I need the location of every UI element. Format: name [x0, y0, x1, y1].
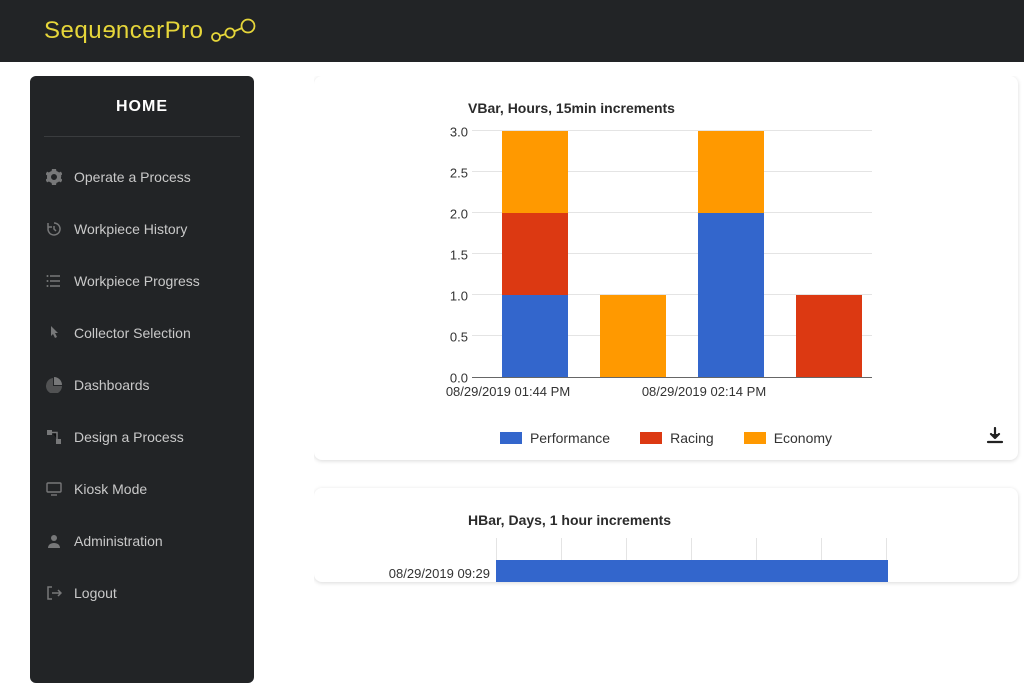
- sidebar-item-workpiece-history[interactable]: Workpiece History: [44, 203, 240, 255]
- sidebar-item-dashboards[interactable]: Dashboards: [44, 359, 240, 411]
- y-tick: 1.5: [434, 248, 468, 263]
- history-icon: [46, 221, 62, 237]
- sidebar-item-label: Design a Process: [74, 429, 184, 445]
- topbar: SequencerPro: [0, 0, 1024, 62]
- download-button[interactable]: [986, 427, 1004, 450]
- plot-area: [472, 130, 872, 378]
- legend-swatch: [640, 432, 662, 444]
- sidebar-item-label: Workpiece Progress: [74, 273, 200, 289]
- sidebar-item-kiosk-mode[interactable]: Kiosk Mode: [44, 463, 240, 515]
- y-tick: 3.0: [434, 125, 468, 140]
- x-tick: 08/29/2019 01:44 PM: [428, 384, 588, 399]
- legend-swatch: [744, 432, 766, 444]
- bar-group: [796, 295, 862, 377]
- bar-segment-racing: [502, 213, 568, 295]
- legend-item-performance: Performance: [500, 430, 610, 446]
- logo-part: e: [102, 17, 116, 45]
- gear-icon: [46, 169, 62, 185]
- bar-segment-economy: [600, 295, 666, 377]
- chart-legend: Performance Racing Economy: [332, 430, 1000, 446]
- sidebar-title: HOME: [44, 98, 240, 137]
- sidebar-item-label: Operate a Process: [74, 169, 191, 185]
- sidebar-item-workpiece-progress[interactable]: Workpiece Progress: [44, 255, 240, 307]
- legend-label: Economy: [774, 430, 832, 446]
- body: HOME Operate a Process Workpiece History…: [0, 62, 1024, 683]
- bar-segment-racing: [796, 295, 862, 377]
- y-category: 08/29/2019 09:29: [362, 566, 490, 581]
- sidebar-item-logout[interactable]: Logout: [44, 567, 240, 619]
- pie-icon: [46, 377, 62, 393]
- legend-item-economy: Economy: [744, 430, 832, 446]
- y-tick: 2.0: [434, 207, 468, 222]
- sidebar-item-label: Kiosk Mode: [74, 481, 147, 497]
- chart-title: VBar, Hours, 15min increments: [468, 100, 1000, 116]
- signout-icon: [46, 585, 62, 601]
- bar-segment-economy: [502, 131, 568, 213]
- sidebar-item-operate-process[interactable]: Operate a Process: [44, 151, 240, 203]
- bar-group: [600, 295, 666, 377]
- chart-card-vbar: VBar, Hours, 15min increments 0.0 0.5 1.…: [314, 76, 1018, 460]
- pointer-icon: [46, 325, 62, 341]
- bar-segment-performance: [698, 213, 764, 377]
- bar-group: [502, 131, 568, 377]
- bar-group: [698, 131, 764, 377]
- chart-vbar: 0.0 0.5 1.0 1.5 2.0 2.5 3.0: [428, 126, 948, 426]
- legend-label: Performance: [530, 430, 610, 446]
- y-tick: 0.5: [434, 330, 468, 345]
- plot-area: [496, 538, 888, 582]
- bar-segment-economy: [698, 131, 764, 213]
- bar-segment-performance: [502, 295, 568, 377]
- monitor-icon: [46, 481, 62, 497]
- logo-bubbles-icon: [209, 18, 259, 44]
- sidebar-item-label: Logout: [74, 585, 117, 601]
- y-tick: 2.5: [434, 166, 468, 181]
- legend-label: Racing: [670, 430, 714, 446]
- logo-text: SequencerPro: [44, 17, 203, 45]
- sidebar: HOME Operate a Process Workpiece History…: [30, 76, 254, 683]
- main-content: VBar, Hours, 15min increments 0.0 0.5 1.…: [314, 76, 1024, 683]
- sidebar-item-label: Collector Selection: [74, 325, 191, 341]
- sidebar-item-label: Workpiece History: [74, 221, 187, 237]
- sidebar-item-design-process[interactable]: Design a Process: [44, 411, 240, 463]
- sidebar-item-label: Dashboards: [74, 377, 150, 393]
- legend-swatch: [500, 432, 522, 444]
- sidebar-item-collector-selection[interactable]: Collector Selection: [44, 307, 240, 359]
- list-icon: [46, 273, 62, 289]
- logo-part: Sequ: [44, 17, 102, 44]
- hbar-segment-performance: [496, 560, 888, 582]
- logo-part: ncerPro: [116, 17, 204, 44]
- chart-hbar: HBar, Days, 1 hour increments 08/29/2019…: [362, 512, 952, 582]
- x-tick: 08/29/2019 02:14 PM: [624, 384, 784, 399]
- flow-icon: [46, 429, 62, 445]
- user-icon: [46, 533, 62, 549]
- legend-item-racing: Racing: [640, 430, 714, 446]
- logo[interactable]: SequencerPro: [44, 17, 259, 45]
- y-tick: 1.0: [434, 289, 468, 304]
- chart-title: HBar, Days, 1 hour increments: [468, 512, 952, 528]
- chart-card-hbar: HBar, Days, 1 hour increments 08/29/2019…: [314, 488, 1018, 582]
- sidebar-item-administration[interactable]: Administration: [44, 515, 240, 567]
- sidebar-item-label: Administration: [74, 533, 163, 549]
